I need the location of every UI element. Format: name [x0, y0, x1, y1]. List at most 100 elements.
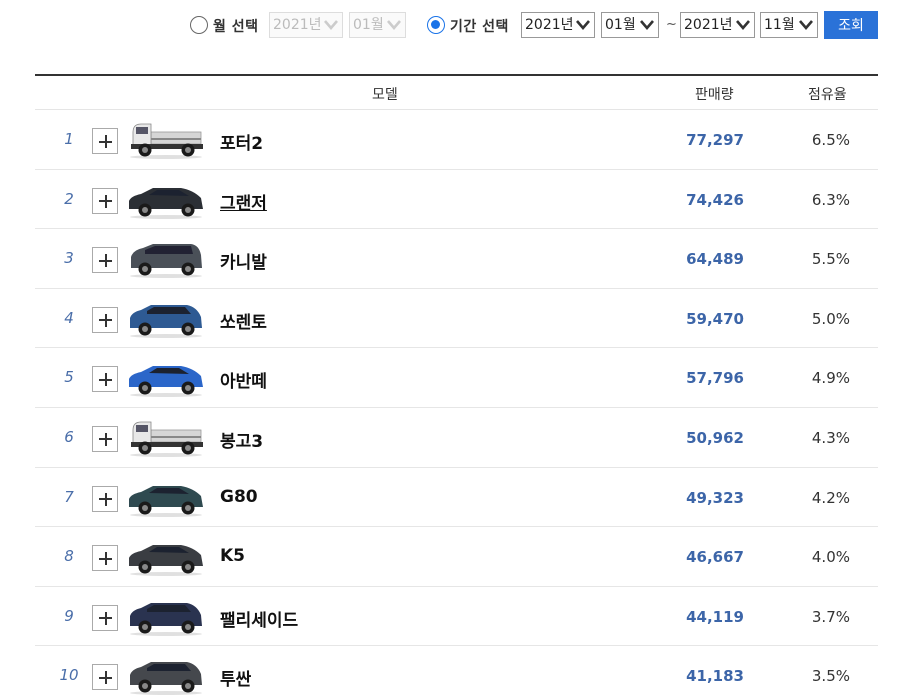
table-row: 4 쏘렌토 59,470 5.0%: [35, 289, 878, 349]
expand-plus-button[interactable]: [92, 247, 118, 274]
table-row: 5 아반떼 57,796 4.9%: [35, 348, 878, 408]
from-year-select[interactable]: 2021년: [521, 12, 595, 38]
table-row: 1 포터2 77,297 6.5%: [35, 110, 878, 170]
rank-number: 7: [64, 487, 74, 506]
month-select-radio[interactable]: [190, 16, 208, 34]
table-body: 1 포터2 77,297 6.5% 2 그랜저 74,426 6.3% 3 카니발 64,489 5.…: [35, 110, 878, 697]
model-name-link[interactable]: 카니발: [220, 248, 267, 273]
market-share: 4.3%: [811, 428, 850, 447]
model-name-link[interactable]: 그랜저: [220, 189, 267, 214]
table-row: 10 투싼 41,183 3.5%: [35, 646, 878, 697]
chevron-down-icon: [387, 20, 401, 30]
model-name-link[interactable]: 봉고3: [220, 427, 263, 452]
car-thumbnail-icon[interactable]: [127, 356, 205, 398]
sales-column-header: 판매량: [695, 87, 734, 103]
table-row: 3 카니발 64,489 5.5%: [35, 229, 878, 289]
range-separator: ~: [666, 17, 677, 32]
from-month-value: 01월: [605, 17, 636, 33]
expand-plus-button[interactable]: [92, 128, 118, 154]
model-name-link[interactable]: 쏘렌토: [220, 308, 267, 333]
car-thumbnail-icon[interactable]: [127, 654, 205, 696]
sales-count: 44,119: [686, 607, 744, 626]
share-column-header: 점유율: [808, 87, 847, 103]
month-select-label: 월 선택: [213, 19, 259, 35]
rank-number: 3: [64, 249, 74, 268]
car-thumbnail-icon[interactable]: [127, 118, 205, 160]
sales-count: 57,796: [686, 369, 744, 388]
market-share: 6.3%: [811, 190, 850, 209]
period-select-label: 기간 선택: [450, 19, 509, 35]
month-month-select[interactable]: 01월: [349, 12, 406, 38]
model-name-link[interactable]: 포터2: [220, 129, 263, 154]
market-share: 3.5%: [811, 667, 850, 686]
chevron-down-icon: [324, 20, 338, 30]
car-thumbnail-icon[interactable]: [127, 178, 205, 220]
expand-plus-button[interactable]: [92, 366, 118, 393]
rank-number: 5: [64, 368, 74, 387]
car-thumbnail-icon[interactable]: [127, 535, 205, 577]
market-share: 5.5%: [811, 250, 850, 269]
period-select-radio[interactable]: [427, 16, 445, 34]
table-row: 7 G80 49,323 4.2%: [35, 468, 878, 528]
sales-count: 59,470: [686, 309, 744, 328]
car-thumbnail-icon[interactable]: [127, 595, 205, 637]
model-name-link[interactable]: 투싼: [220, 665, 251, 690]
expand-plus-button[interactable]: [92, 306, 118, 333]
from-year-value: 2021년: [525, 17, 574, 33]
from-month-select[interactable]: 01월: [601, 12, 659, 38]
rank-number: 6: [64, 427, 74, 446]
expand-plus-button[interactable]: [92, 187, 118, 214]
model-column-header: 모델: [372, 87, 398, 103]
market-share: 4.0%: [811, 548, 850, 567]
table-header: 모델 판매량 점유율: [35, 76, 878, 110]
rank-number: 2: [64, 189, 74, 208]
table-row: 9 팰리세이드 44,119 3.7%: [35, 587, 878, 647]
month-year-value: 2021년: [273, 17, 322, 33]
table-row: 8 K5 46,667 4.0%: [35, 527, 878, 587]
rank-number: 1: [64, 130, 74, 148]
to-month-value: 11월: [764, 17, 795, 33]
market-share: 4.9%: [811, 369, 850, 388]
sales-count: 41,183: [686, 667, 744, 686]
rank-number: 9: [64, 606, 74, 625]
model-name-link[interactable]: 아반떼: [220, 367, 267, 392]
market-share: 3.7%: [811, 607, 850, 626]
month-year-select[interactable]: 2021년: [269, 12, 343, 38]
sales-count: 77,297: [686, 131, 744, 149]
expand-plus-button[interactable]: [92, 604, 118, 631]
to-year-value: 2021년: [684, 17, 733, 33]
sales-count: 46,667: [686, 548, 744, 567]
chevron-down-icon: [576, 20, 590, 30]
market-share: 5.0%: [811, 309, 850, 328]
expand-plus-button[interactable]: [92, 664, 118, 691]
rank-number: 10: [59, 666, 79, 685]
period-filter-bar: 월 선택 2021년 01월 기간 선택 2021년 01월 ~ 2021년 1…: [0, 11, 900, 41]
chevron-down-icon: [736, 20, 750, 30]
rank-number: 4: [64, 308, 74, 327]
chevron-down-icon: [799, 20, 813, 30]
car-thumbnail-icon[interactable]: [127, 476, 205, 518]
to-month-select[interactable]: 11월: [760, 12, 818, 38]
market-share: 6.5%: [811, 131, 850, 149]
to-year-select[interactable]: 2021년: [680, 12, 755, 38]
rank-number: 8: [64, 547, 74, 566]
model-name-link[interactable]: G80: [220, 487, 258, 507]
sales-count: 50,962: [686, 428, 744, 447]
expand-plus-button[interactable]: [92, 425, 118, 452]
car-thumbnail-icon[interactable]: [127, 237, 205, 279]
car-thumbnail-icon[interactable]: [127, 416, 205, 458]
expand-plus-button[interactable]: [92, 485, 118, 512]
sales-count: 74,426: [686, 190, 744, 209]
sales-count: 49,323: [686, 488, 744, 507]
car-thumbnail-icon[interactable]: [127, 297, 205, 339]
model-name-link[interactable]: 팰리세이드: [220, 606, 298, 631]
chevron-down-icon: [640, 20, 654, 30]
table-row: 6 봉고3 50,962 4.3%: [35, 408, 878, 468]
model-name-link[interactable]: K5: [220, 546, 245, 566]
market-share: 4.2%: [811, 488, 850, 507]
search-button[interactable]: 조회: [824, 11, 878, 39]
sales-count: 64,489: [686, 250, 744, 269]
table-row: 2 그랜저 74,426 6.3%: [35, 170, 878, 230]
month-month-value: 01월: [353, 17, 384, 33]
expand-plus-button[interactable]: [92, 545, 118, 572]
